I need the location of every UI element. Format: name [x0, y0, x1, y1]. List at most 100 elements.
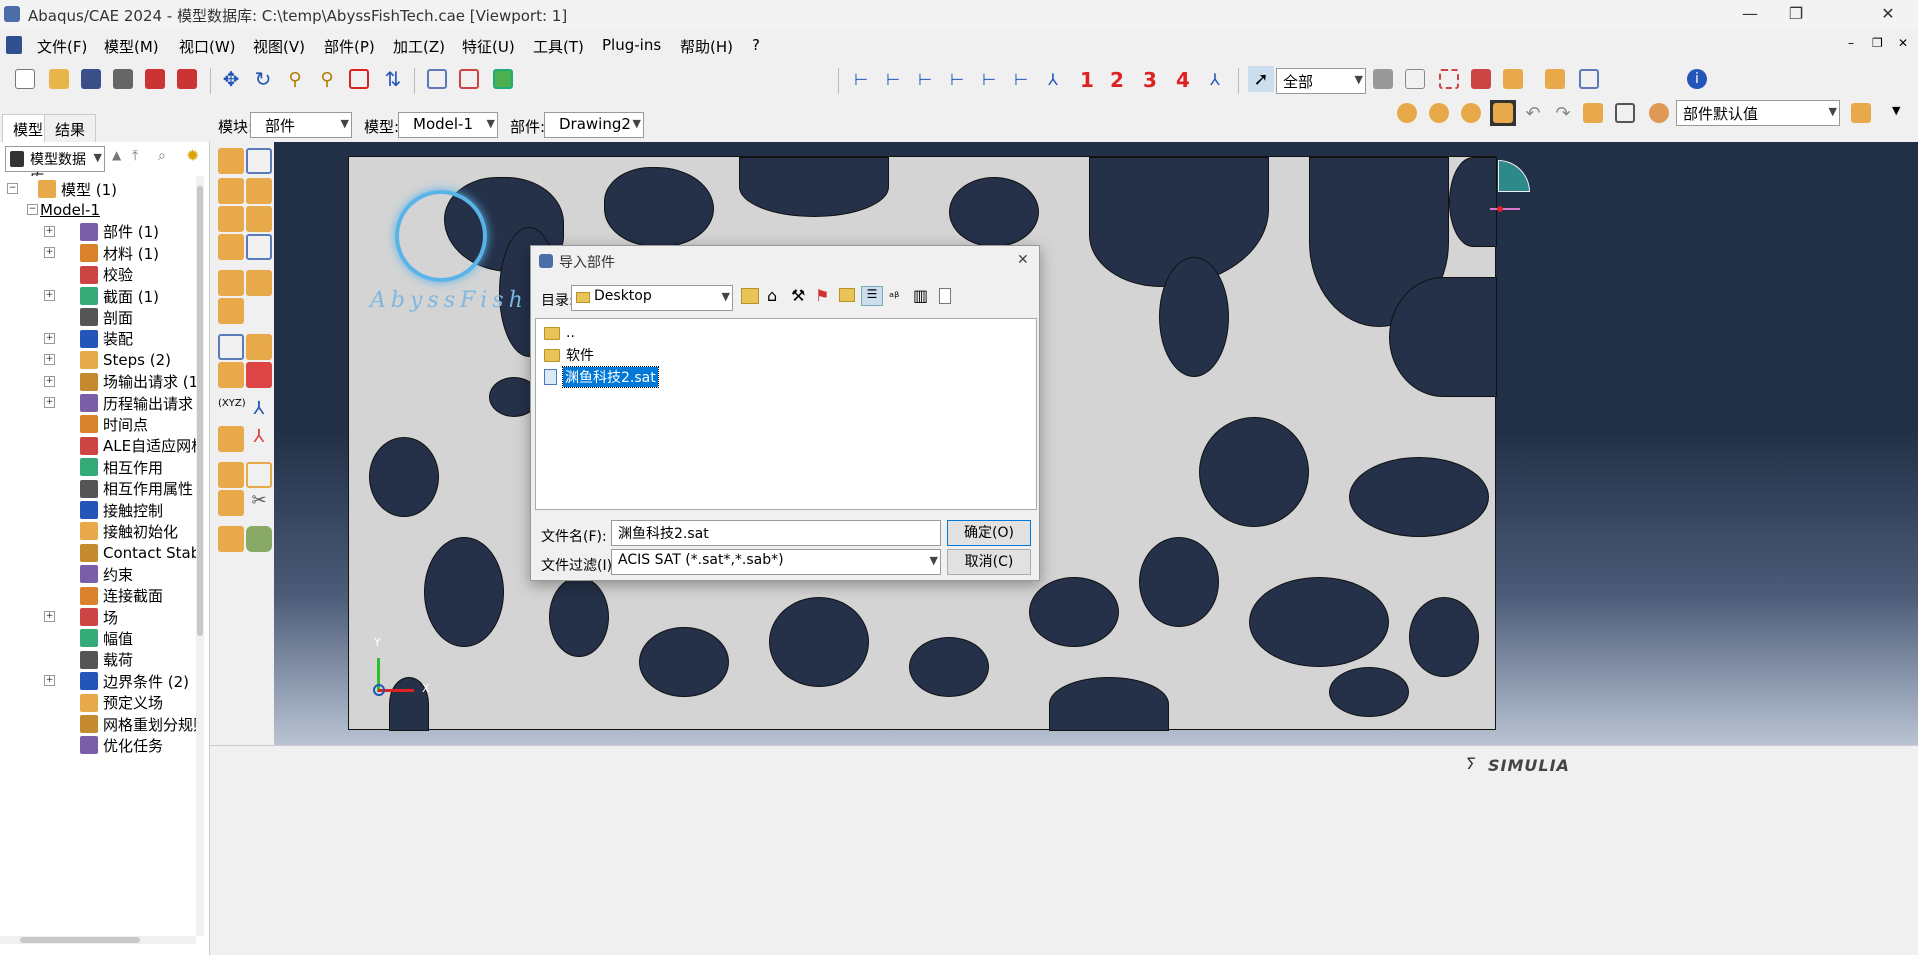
repair-icon[interactable]	[218, 362, 244, 388]
tree-item[interactable]: 截面 (1)	[80, 285, 159, 307]
tree-item[interactable]: 历程输出请求 (1)	[80, 392, 196, 414]
menu-part[interactable]: 部件(P)	[324, 36, 375, 57]
wave-icon[interactable]	[246, 462, 272, 488]
view-3-button[interactable]: 3	[1143, 68, 1157, 92]
datum-csys-icon[interactable]: (XYZ)	[218, 398, 246, 424]
tree-expander[interactable]: −	[7, 183, 18, 194]
tree-item[interactable]: 载荷	[80, 649, 133, 671]
green-tool-icon[interactable]	[246, 526, 272, 552]
tree-item[interactable]: 场	[80, 606, 118, 628]
tree-item[interactable]: Model-1	[40, 199, 100, 221]
menu-model[interactable]: 模型(M)	[104, 36, 159, 57]
user-view-icon[interactable]: ⅄	[1202, 66, 1228, 92]
tree-expander[interactable]: +	[44, 225, 55, 237]
tab-results[interactable]: 结果	[44, 114, 97, 142]
view-yz-icon[interactable]: ⊢	[1008, 66, 1034, 92]
hammer-icon[interactable]: ⚒	[791, 286, 805, 305]
tree-item[interactable]: 模型 (1)	[38, 178, 117, 200]
datum-axis-icon[interactable]	[246, 334, 272, 360]
wireframe-icon[interactable]	[424, 66, 450, 92]
module-select[interactable]: 部件 ▼	[250, 112, 352, 138]
wire-icon[interactable]	[246, 206, 272, 232]
info-icon[interactable]: i	[1684, 66, 1710, 92]
view-zx-icon[interactable]: ⊢	[912, 66, 938, 92]
detail-view-icon[interactable]: ₐᵦ	[889, 286, 899, 301]
datum-plane-icon[interactable]	[218, 426, 244, 452]
child-close-button[interactable]: ✕	[1898, 36, 1908, 50]
create-part-icon[interactable]	[218, 148, 244, 174]
hidden-line-icon[interactable]	[456, 66, 482, 92]
tree-item[interactable]: 材料 (1)	[80, 242, 159, 264]
attributes-icon[interactable]	[1580, 100, 1606, 126]
translucency-icon[interactable]	[1394, 100, 1420, 126]
view-yx-icon[interactable]: ⊢	[880, 66, 906, 92]
menu-shape[interactable]: 加工(Z)	[393, 36, 445, 57]
menu-tools[interactable]: 工具(T)	[533, 36, 584, 57]
layout-icon[interactable]	[1576, 66, 1602, 92]
filter-select[interactable]: ACIS SAT (*.sat*,*.sab*) ▼	[611, 549, 941, 575]
tree-expander[interactable]: +	[44, 611, 55, 622]
tree-item[interactable]: 预定义场	[80, 692, 163, 714]
tree-item[interactable]: 优化任务	[80, 734, 163, 756]
part-manager-icon[interactable]	[246, 148, 272, 174]
iso-view-icon[interactable]: ⅄	[1040, 66, 1066, 92]
tree-expander[interactable]: +	[44, 354, 55, 366]
select-through-icon[interactable]	[1402, 66, 1428, 92]
partition-icon[interactable]	[218, 270, 244, 296]
view-2-button[interactable]: 2	[1110, 68, 1124, 92]
tree-expander[interactable]: +	[44, 290, 55, 301]
tree-item[interactable]: 时间点	[80, 413, 148, 435]
print-icon[interactable]	[110, 66, 136, 92]
maximize-button[interactable]: ❐	[1768, 0, 1824, 30]
selection-filter-select[interactable]: 全部 ▼	[1276, 68, 1366, 94]
tree-scrollbar[interactable]	[196, 176, 204, 936]
datum-offset-icon[interactable]: ⅄	[246, 426, 272, 452]
menu-viewport[interactable]: 视口(W)	[179, 36, 236, 57]
view-xz-icon[interactable]: ⊢	[944, 66, 970, 92]
query-icon[interactable]	[1500, 66, 1526, 92]
cycle-view-icon[interactable]: ⇅	[380, 66, 406, 92]
dialog-close-button[interactable]: ✕	[1017, 252, 1029, 268]
export-all-icon[interactable]	[174, 66, 200, 92]
columns-view-icon[interactable]: ▥	[913, 286, 928, 305]
tree-item[interactable]: Contact Stabilization	[80, 542, 196, 564]
save-icon[interactable]	[78, 66, 104, 92]
tree-source-select[interactable]: 模型数据库▼	[5, 146, 105, 188]
tree-item[interactable]: 校验	[80, 264, 133, 286]
redo-icon[interactable]: ↷	[1550, 100, 1576, 126]
menu-help[interactable]: 帮助(H)	[680, 36, 733, 57]
ok-button[interactable]: 确定(O)	[947, 520, 1031, 546]
selection-options-icon[interactable]	[1370, 66, 1396, 92]
tree-item[interactable]: 连接截面	[80, 585, 163, 607]
filename-field[interactable]: 渊鱼科技2.sat	[611, 520, 941, 546]
tree-item[interactable]: Steps (2)	[80, 349, 171, 371]
datum-point-icon[interactable]	[218, 334, 244, 360]
tree-hscrollbar[interactable]	[0, 936, 196, 944]
tree-expander[interactable]: +	[44, 675, 55, 687]
tree-expander[interactable]: +	[44, 247, 55, 259]
tree-up-dir-icon[interactable]: ⤒	[132, 148, 138, 164]
datum-triad-icon[interactable]: ⅄	[246, 398, 272, 424]
child-restore-button[interactable]: ❐	[1872, 36, 1883, 50]
tree-toggle-icon[interactable]	[1542, 66, 1568, 92]
list-item[interactable]: 软件	[544, 345, 594, 365]
tree-item[interactable]: 幅值	[80, 627, 133, 649]
selection-method-icon[interactable]	[1468, 66, 1494, 92]
manager-icon[interactable]	[218, 526, 244, 552]
solid-extrude-icon[interactable]	[218, 178, 244, 204]
tree-expander[interactable]: +	[44, 332, 55, 344]
tree-item[interactable]: 约束	[80, 563, 133, 585]
tree-item[interactable]: 接触初始化	[80, 520, 178, 542]
tree-expander[interactable]: −	[27, 204, 38, 216]
view-1-button[interactable]: 1	[1080, 68, 1094, 92]
view-zy-icon[interactable]: ⊢	[976, 66, 1002, 92]
undo-icon[interactable]: ↶	[1520, 100, 1546, 126]
menu-view[interactable]: 视图(V)	[253, 36, 305, 57]
child-minimize-button[interactable]: –	[1848, 36, 1854, 50]
auto-fit-icon[interactable]	[346, 66, 372, 92]
list-item[interactable]: 渊鱼科技2.sat	[544, 366, 659, 388]
tree-item[interactable]: 装配	[80, 328, 133, 350]
tree-filter-icon[interactable]: ⌕	[158, 148, 166, 164]
pan-icon[interactable]: ✥	[218, 66, 244, 92]
cut-icon[interactable]	[218, 234, 244, 260]
